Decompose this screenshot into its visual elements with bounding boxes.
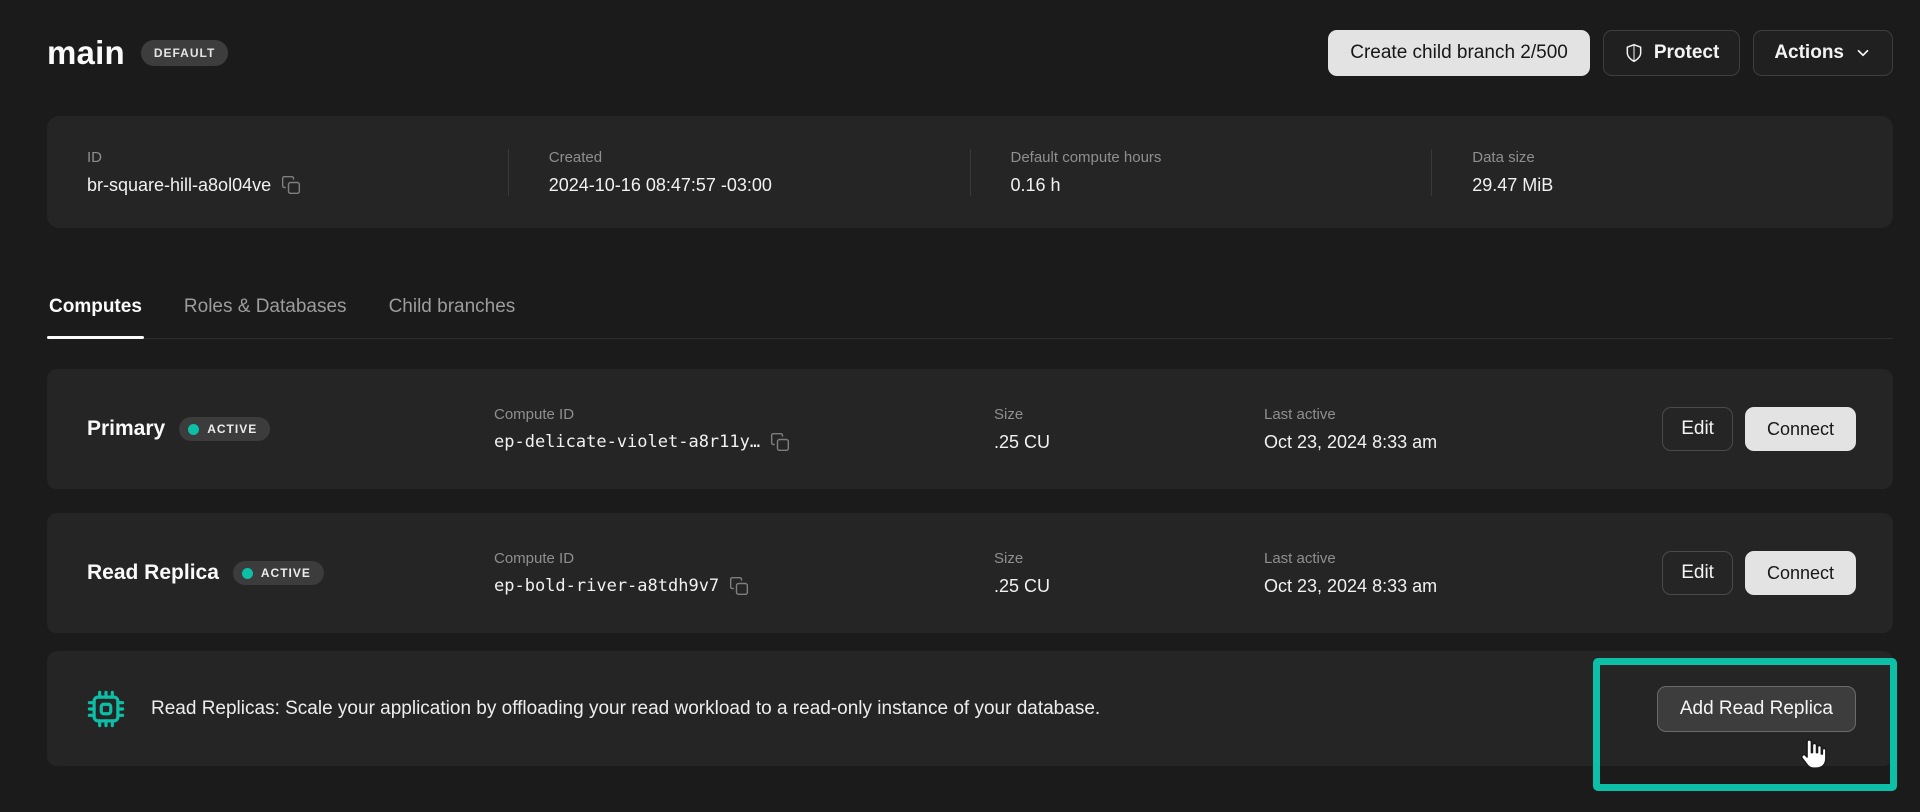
read-replica-banner: Read Replicas: Scale your application by… (47, 651, 1893, 766)
compute-id-field: Compute ID ep-delicate-violet-a8r11y… (494, 406, 994, 452)
branch-info-card: ID br-square-hill-a8ol04ve Created 2024-… (47, 116, 1893, 228)
size-field: Size .25 CU (994, 406, 1264, 453)
header: main DEFAULT Create child branch 2/500 P… (0, 0, 1920, 76)
info-field-data-size: Data size 29.47 MiB (1431, 149, 1893, 196)
actions-button[interactable]: Actions (1753, 30, 1893, 76)
cpu-icon (87, 690, 125, 728)
compute-name: Primary (87, 417, 165, 441)
status-label: ACTIVE (261, 566, 311, 580)
branch-tabs: Computes Roles & Databases Child branche… (47, 292, 1893, 339)
field-label: Last active (1264, 406, 1662, 423)
field-label: Last active (1264, 550, 1662, 567)
connect-button[interactable]: Connect (1745, 407, 1856, 451)
tab-computes[interactable]: Computes (47, 292, 144, 338)
copy-icon[interactable] (770, 432, 790, 452)
info-field-id: ID br-square-hill-a8ol04ve (47, 149, 508, 196)
edit-button[interactable]: Edit (1662, 551, 1733, 595)
size-value: .25 CU (994, 432, 1264, 453)
actions-button-label: Actions (1774, 42, 1844, 64)
info-field-compute-hours: Default compute hours 0.16 h (970, 149, 1432, 196)
tab-roles-databases[interactable]: Roles & Databases (182, 292, 349, 338)
last-active-value: Oct 23, 2024 8:33 am (1264, 432, 1662, 453)
field-label: Size (994, 550, 1264, 567)
branch-detail-page: main DEFAULT Create child branch 2/500 P… (0, 0, 1920, 812)
size-field: Size .25 CU (994, 550, 1264, 597)
field-label: Created (549, 149, 970, 166)
banner-message: Read Replicas: Scale your application by… (151, 698, 1100, 720)
copy-icon[interactable] (281, 175, 301, 195)
field-label: Compute ID (494, 550, 994, 567)
last-active-field: Last active Oct 23, 2024 8:33 am (1264, 406, 1662, 453)
status-badge: ACTIVE (179, 417, 270, 441)
last-active-value: Oct 23, 2024 8:33 am (1264, 576, 1662, 597)
active-dot-icon (188, 424, 199, 435)
page-title: main (47, 34, 125, 72)
compute-row-primary: Primary ACTIVE Compute ID ep-delicate-vi… (47, 369, 1893, 489)
title-group: main DEFAULT (47, 34, 228, 72)
tab-child-branches[interactable]: Child branches (387, 292, 518, 338)
compute-id-value: ep-delicate-violet-a8r11y… (494, 432, 760, 452)
active-dot-icon (242, 568, 253, 579)
connect-button[interactable]: Connect (1745, 551, 1856, 595)
default-badge: DEFAULT (141, 40, 228, 66)
copy-icon[interactable] (729, 576, 749, 596)
field-label: Compute ID (494, 406, 994, 423)
branch-id-value: br-square-hill-a8ol04ve (87, 175, 271, 196)
field-label: Data size (1472, 149, 1893, 166)
compute-id-value: ep-bold-river-a8tdh9v7 (494, 576, 719, 596)
field-label: Default compute hours (1011, 149, 1432, 166)
protect-button[interactable]: Protect (1603, 30, 1740, 76)
status-label: ACTIVE (207, 422, 257, 436)
info-field-created: Created 2024-10-16 08:47:57 -03:00 (508, 149, 970, 196)
created-value: 2024-10-16 08:47:57 -03:00 (549, 175, 970, 196)
field-label: ID (87, 149, 508, 166)
compute-row-read-replica: Read Replica ACTIVE Compute ID ep-bold-r… (47, 513, 1893, 633)
edit-button[interactable]: Edit (1662, 407, 1733, 451)
data-size-value: 29.47 MiB (1472, 175, 1893, 196)
header-actions: Create child branch 2/500 Protect Action… (1328, 30, 1893, 76)
field-label: Size (994, 406, 1264, 423)
create-child-branch-button[interactable]: Create child branch 2/500 (1328, 30, 1590, 76)
last-active-field: Last active Oct 23, 2024 8:33 am (1264, 550, 1662, 597)
shield-icon (1624, 43, 1644, 63)
size-value: .25 CU (994, 576, 1264, 597)
protect-button-label: Protect (1654, 42, 1719, 64)
computes-list: Primary ACTIVE Compute ID ep-delicate-vi… (47, 369, 1893, 766)
status-badge: ACTIVE (233, 561, 324, 585)
compute-hours-value: 0.16 h (1011, 175, 1432, 196)
compute-name: Read Replica (87, 561, 219, 585)
compute-id-field: Compute ID ep-bold-river-a8tdh9v7 (494, 550, 994, 596)
chevron-down-icon (1854, 44, 1872, 62)
add-read-replica-button[interactable]: Add Read Replica (1657, 686, 1856, 732)
